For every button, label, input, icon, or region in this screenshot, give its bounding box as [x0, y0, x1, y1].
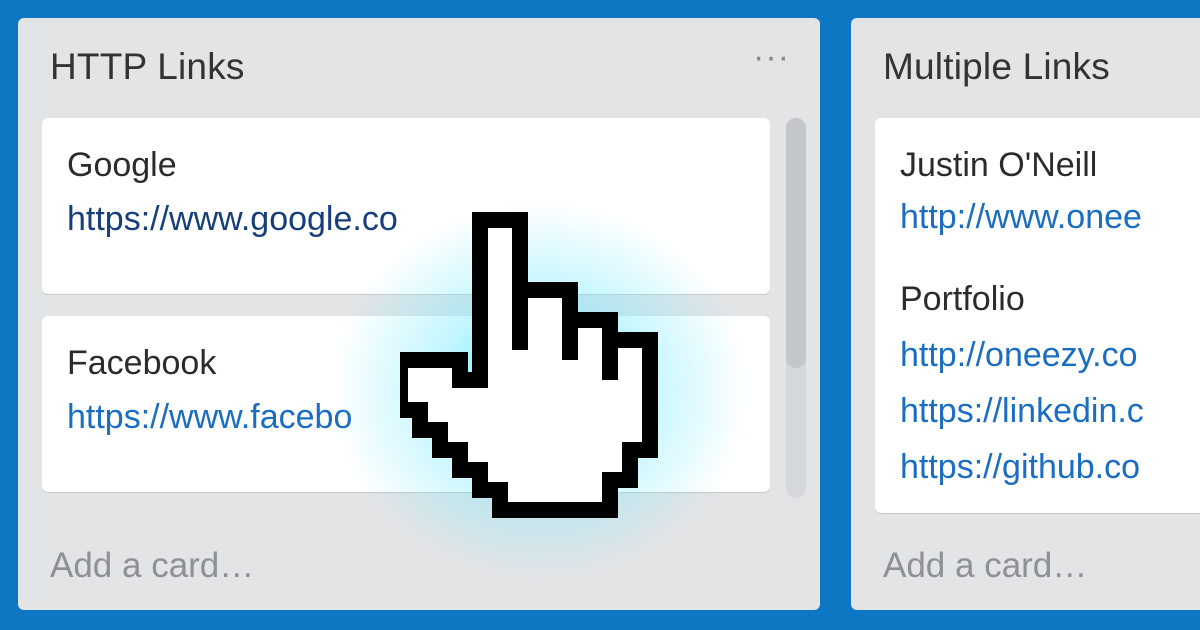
card-title: Facebook — [67, 344, 217, 382]
list-multiple-links: Multiple Links Justin O'Neill http://www… — [851, 18, 1200, 610]
card-link[interactable]: https://www.facebo — [67, 398, 352, 437]
card-justin-oneill[interactable]: Justin O'Neill http://www.onee Portfolio… — [875, 118, 1200, 513]
add-card-button[interactable]: Add a card… — [50, 546, 254, 586]
pointing-hand-cursor-icon — [400, 212, 658, 518]
card-title: Google — [67, 146, 177, 184]
card-link[interactable]: http://www.onee — [900, 198, 1142, 237]
add-card-button[interactable]: Add a card… — [883, 546, 1087, 586]
board: HTTP Links ··· Google https://www.google… — [0, 0, 1200, 630]
list-title[interactable]: HTTP Links — [50, 46, 245, 88]
card-link[interactable]: https://github.co — [900, 448, 1140, 487]
card-subtitle: Portfolio — [900, 280, 1025, 318]
card-link[interactable]: https://linkedin.c — [900, 392, 1144, 431]
card-title: Justin O'Neill — [900, 146, 1098, 184]
more-dots-icon[interactable]: ··· — [753, 40, 790, 74]
scrollbar-thumb[interactable] — [786, 118, 806, 368]
card-link[interactable]: http://oneezy.co — [900, 336, 1138, 375]
card-link[interactable]: https://www.google.co — [67, 200, 398, 239]
list-title[interactable]: Multiple Links — [883, 46, 1110, 88]
scrollbar-track[interactable] — [786, 118, 806, 498]
